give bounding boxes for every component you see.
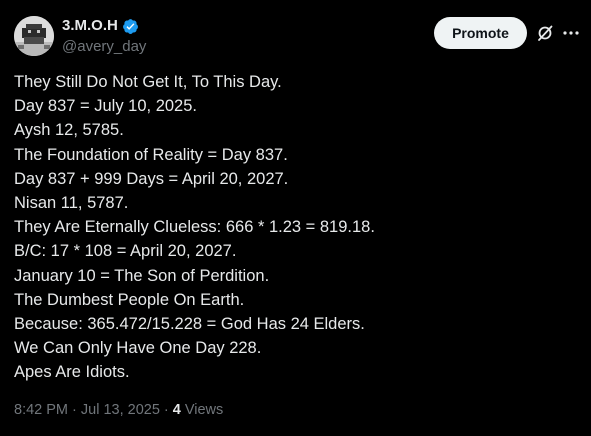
- post-timestamp[interactable]: 8:42 PM · Jul 13, 2025 ·: [14, 401, 169, 419]
- post-line: We Can Only Have One Day 228.: [14, 339, 262, 358]
- verified-badge-icon[interactable]: [122, 18, 139, 35]
- author-name-row[interactable]: 3.M.O.H: [62, 17, 139, 35]
- post-text: They Still Do Not Get It, To This Day. D…: [14, 70, 574, 385]
- post-line: Nisan 11, 5787.: [14, 194, 129, 213]
- post-line: B/C: 17 * 108 = April 20, 2027.: [14, 242, 237, 261]
- post-line: They Still Do Not Get It, To This Day.: [14, 73, 282, 91]
- post: 3.M.O.H @avery_day Promote They Still Do…: [0, 0, 591, 436]
- avatar[interactable]: [14, 16, 54, 56]
- post-line: Aysh 12, 5785.: [14, 121, 124, 140]
- post-line: January 10 = The Son of Perdition.: [14, 266, 270, 285]
- views-count[interactable]: 4: [173, 401, 181, 419]
- post-line: Day 837 = July 10, 2025.: [14, 97, 197, 116]
- post-line: Apes Are Idiots.: [14, 363, 130, 382]
- post-line: Because: 365.472/15.228 = God Has 24 Eld…: [14, 315, 365, 334]
- post-line: Day 837 + 999 Days = April 20, 2027.: [14, 169, 289, 188]
- grok-icon[interactable]: [535, 23, 555, 43]
- author-handle[interactable]: @avery_day: [62, 38, 146, 56]
- post-line: They Are Eternally Clueless: 666 * 1.23 …: [14, 218, 375, 237]
- post-line: The Foundation of Reality = Day 837.: [14, 145, 288, 164]
- post-line: The Dumbest People On Earth.: [14, 290, 245, 309]
- views-label[interactable]: Views: [185, 401, 223, 419]
- post-meta: 8:42 PM · Jul 13, 2025 · 4 Views: [14, 401, 223, 419]
- promote-button[interactable]: Promote: [434, 17, 527, 49]
- avatar-image: [14, 16, 54, 56]
- more-icon[interactable]: [561, 23, 581, 43]
- author-display-name[interactable]: 3.M.O.H: [62, 17, 118, 35]
